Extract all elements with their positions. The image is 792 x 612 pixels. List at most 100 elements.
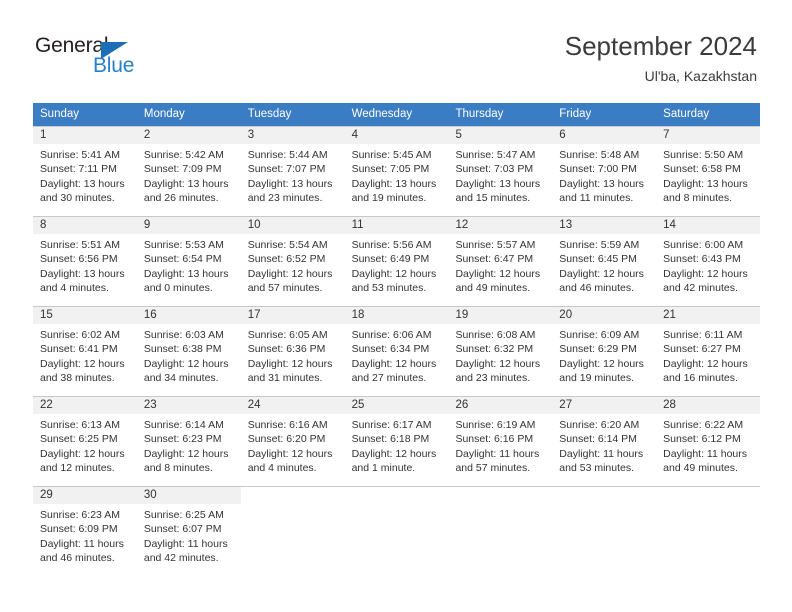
day-cell[interactable]: 25 Sunrise: 6:17 AM Sunset: 6:18 PM Dayl… (344, 397, 449, 486)
day-number-band: 27 (552, 397, 657, 414)
day-details: Sunrise: 6:09 AM Sunset: 6:29 PM Dayligh… (552, 324, 656, 386)
day-number-band: 1 (33, 127, 137, 144)
daylight-text-line2: and 0 minutes. (143, 282, 213, 295)
day-details: Sunrise: 5:50 AM Sunset: 6:58 PM Dayligh… (656, 144, 760, 206)
sunrise-text: Sunrise: 6:25 AM (143, 509, 224, 521)
week-row: 29 Sunrise: 6:23 AM Sunset: 6:09 PM Dayl… (33, 486, 760, 576)
sunset-text: Sunset: 6:16 PM (455, 433, 534, 446)
day-number-band: 9 (136, 217, 241, 234)
day-number: 27 (559, 399, 573, 411)
day-cell[interactable]: 10 Sunrise: 5:54 AM Sunset: 6:52 PM Dayl… (240, 217, 345, 306)
daylight-text-line2: and 53 minutes. (351, 282, 427, 295)
day-cell[interactable]: 19 Sunrise: 6:08 AM Sunset: 6:32 PM Dayl… (448, 307, 553, 396)
day-cell[interactable]: 9 Sunrise: 5:53 AM Sunset: 6:54 PM Dayli… (136, 217, 241, 306)
sunrise-text: Sunrise: 5:53 AM (143, 239, 224, 251)
day-number-band: 4 (344, 127, 449, 144)
day-number: 3 (247, 129, 255, 141)
day-cell[interactable]: 11 Sunrise: 5:56 AM Sunset: 6:49 PM Dayl… (344, 217, 449, 306)
day-cell[interactable]: 18 Sunrise: 6:06 AM Sunset: 6:34 PM Dayl… (344, 307, 449, 396)
day-number-band: 11 (344, 217, 449, 234)
daylight-text-line1: Daylight: 13 hours (247, 177, 333, 190)
day-cell[interactable]: 22 Sunrise: 6:13 AM Sunset: 6:25 PM Dayl… (33, 397, 137, 486)
daylight-text-line1: Daylight: 12 hours (247, 267, 333, 280)
sunrise-text: Sunrise: 6:19 AM (455, 419, 536, 431)
daylight-text-line2: and 38 minutes. (40, 372, 115, 385)
sunrise-text: Sunrise: 6:09 AM (559, 329, 640, 341)
calendar-grid: Sunday Monday Tuesday Wednesday Thursday… (33, 103, 761, 576)
day-cell[interactable]: 30 Sunrise: 6:25 AM Sunset: 6:07 PM Dayl… (136, 487, 241, 576)
day-number-band: 25 (344, 397, 449, 414)
day-cell[interactable]: 17 Sunrise: 6:05 AM Sunset: 6:36 PM Dayl… (240, 307, 345, 396)
weekday-header-row: Sunday Monday Tuesday Wednesday Thursday… (33, 103, 760, 126)
day-number-band: 26 (448, 397, 553, 414)
day-cell[interactable]: 23 Sunrise: 6:14 AM Sunset: 6:23 PM Dayl… (136, 397, 241, 486)
day-cell[interactable]: 27 Sunrise: 6:20 AM Sunset: 6:14 PM Dayl… (552, 397, 657, 486)
day-number: 11 (351, 219, 364, 231)
day-cell[interactable]: 12 Sunrise: 5:57 AM Sunset: 6:47 PM Dayl… (448, 217, 553, 306)
day-cell[interactable]: 29 Sunrise: 6:23 AM Sunset: 6:09 PM Dayl… (33, 487, 137, 576)
daylight-text-line1: Daylight: 12 hours (351, 447, 437, 460)
daylight-text-line1: Daylight: 13 hours (40, 267, 125, 280)
day-number-band: 7 (656, 127, 761, 144)
day-details: Sunrise: 6:03 AM Sunset: 6:38 PM Dayligh… (137, 324, 241, 386)
day-details: Sunrise: 5:42 AM Sunset: 7:09 PM Dayligh… (137, 144, 241, 206)
day-number-band (241, 487, 345, 504)
general-blue-logo: General Blue (35, 34, 235, 86)
sunset-text: Sunset: 6:49 PM (351, 253, 430, 266)
day-number: 13 (559, 219, 573, 231)
day-cell[interactable]: 7 Sunrise: 5:50 AM Sunset: 6:58 PM Dayli… (656, 127, 761, 216)
day-cell[interactable]: 2 Sunrise: 5:42 AM Sunset: 7:09 PM Dayli… (136, 127, 241, 216)
daylight-text-line2: and 46 minutes. (40, 552, 115, 565)
day-cell[interactable]: 21 Sunrise: 6:11 AM Sunset: 6:27 PM Dayl… (656, 307, 761, 396)
sunset-text: Sunset: 7:05 PM (351, 163, 430, 176)
day-number: 19 (455, 309, 469, 321)
day-cell[interactable]: 1 Sunrise: 5:41 AM Sunset: 7:11 PM Dayli… (33, 127, 137, 216)
day-cell[interactable]: 8 Sunrise: 5:51 AM Sunset: 6:56 PM Dayli… (33, 217, 137, 306)
day-details: Sunrise: 6:14 AM Sunset: 6:23 PM Dayligh… (137, 414, 241, 476)
daylight-text-line2: and 15 minutes. (455, 192, 531, 205)
daylight-text-line2: and 27 minutes. (351, 372, 427, 385)
sunrise-text: Sunrise: 6:11 AM (663, 329, 743, 341)
day-cell[interactable]: 20 Sunrise: 6:09 AM Sunset: 6:29 PM Dayl… (552, 307, 657, 396)
daylight-text-line1: Daylight: 12 hours (247, 357, 333, 370)
day-cell[interactable]: 24 Sunrise: 6:16 AM Sunset: 6:20 PM Dayl… (240, 397, 345, 486)
day-number-band: 24 (240, 397, 345, 414)
day-cell[interactable]: 14 Sunrise: 6:00 AM Sunset: 6:43 PM Dayl… (656, 217, 761, 306)
weekday-header-monday: Monday (143, 108, 185, 120)
day-cell[interactable]: 4 Sunrise: 5:45 AM Sunset: 7:05 PM Dayli… (344, 127, 449, 216)
daylight-text-line2: and 11 minutes. (559, 192, 634, 205)
day-cell-empty (241, 487, 345, 576)
sunset-text: Sunset: 7:09 PM (143, 163, 222, 176)
sunrise-text: Sunrise: 6:14 AM (143, 419, 224, 431)
sunset-text: Sunset: 6:58 PM (663, 163, 741, 176)
sunrise-text: Sunrise: 5:41 AM (40, 149, 120, 161)
day-number: 26 (455, 399, 469, 411)
day-details: Sunrise: 5:47 AM Sunset: 7:03 PM Dayligh… (448, 144, 552, 206)
sunset-text: Sunset: 6:47 PM (455, 253, 534, 266)
day-cell[interactable]: 6 Sunrise: 5:48 AM Sunset: 7:00 PM Dayli… (552, 127, 657, 216)
sunset-text: Sunset: 6:29 PM (559, 343, 637, 356)
day-details: Sunrise: 6:23 AM Sunset: 6:09 PM Dayligh… (33, 504, 137, 566)
day-cell[interactable]: 16 Sunrise: 6:03 AM Sunset: 6:38 PM Dayl… (136, 307, 241, 396)
day-number: 5 (455, 129, 462, 141)
daylight-text-line2: and 8 minutes. (143, 462, 213, 475)
day-cell[interactable]: 5 Sunrise: 5:47 AM Sunset: 7:03 PM Dayli… (448, 127, 553, 216)
day-details: Sunrise: 6:22 AM Sunset: 6:12 PM Dayligh… (656, 414, 760, 476)
day-cell[interactable]: 3 Sunrise: 5:44 AM Sunset: 7:07 PM Dayli… (240, 127, 345, 216)
daylight-text-line2: and 57 minutes. (455, 462, 531, 475)
day-number-band: 16 (136, 307, 241, 324)
daylight-text-line1: Daylight: 11 hours (663, 447, 748, 460)
day-number: 23 (143, 399, 157, 411)
day-number: 22 (40, 399, 53, 411)
day-number-band: 10 (240, 217, 345, 234)
day-cell[interactable]: 26 Sunrise: 6:19 AM Sunset: 6:16 PM Dayl… (448, 397, 553, 486)
day-cell[interactable]: 15 Sunrise: 6:02 AM Sunset: 6:41 PM Dayl… (33, 307, 137, 396)
day-cell[interactable]: 13 Sunrise: 5:59 AM Sunset: 6:45 PM Dayl… (552, 217, 657, 306)
day-cell-empty (656, 487, 760, 576)
sunset-text: Sunset: 6:43 PM (663, 253, 741, 266)
daylight-text-line2: and 12 minutes. (40, 462, 115, 475)
day-cell[interactable]: 28 Sunrise: 6:22 AM Sunset: 6:12 PM Dayl… (656, 397, 761, 486)
day-details: Sunrise: 5:41 AM Sunset: 7:11 PM Dayligh… (33, 144, 137, 206)
day-details: Sunrise: 6:08 AM Sunset: 6:32 PM Dayligh… (448, 324, 552, 386)
day-number-band (552, 487, 656, 504)
